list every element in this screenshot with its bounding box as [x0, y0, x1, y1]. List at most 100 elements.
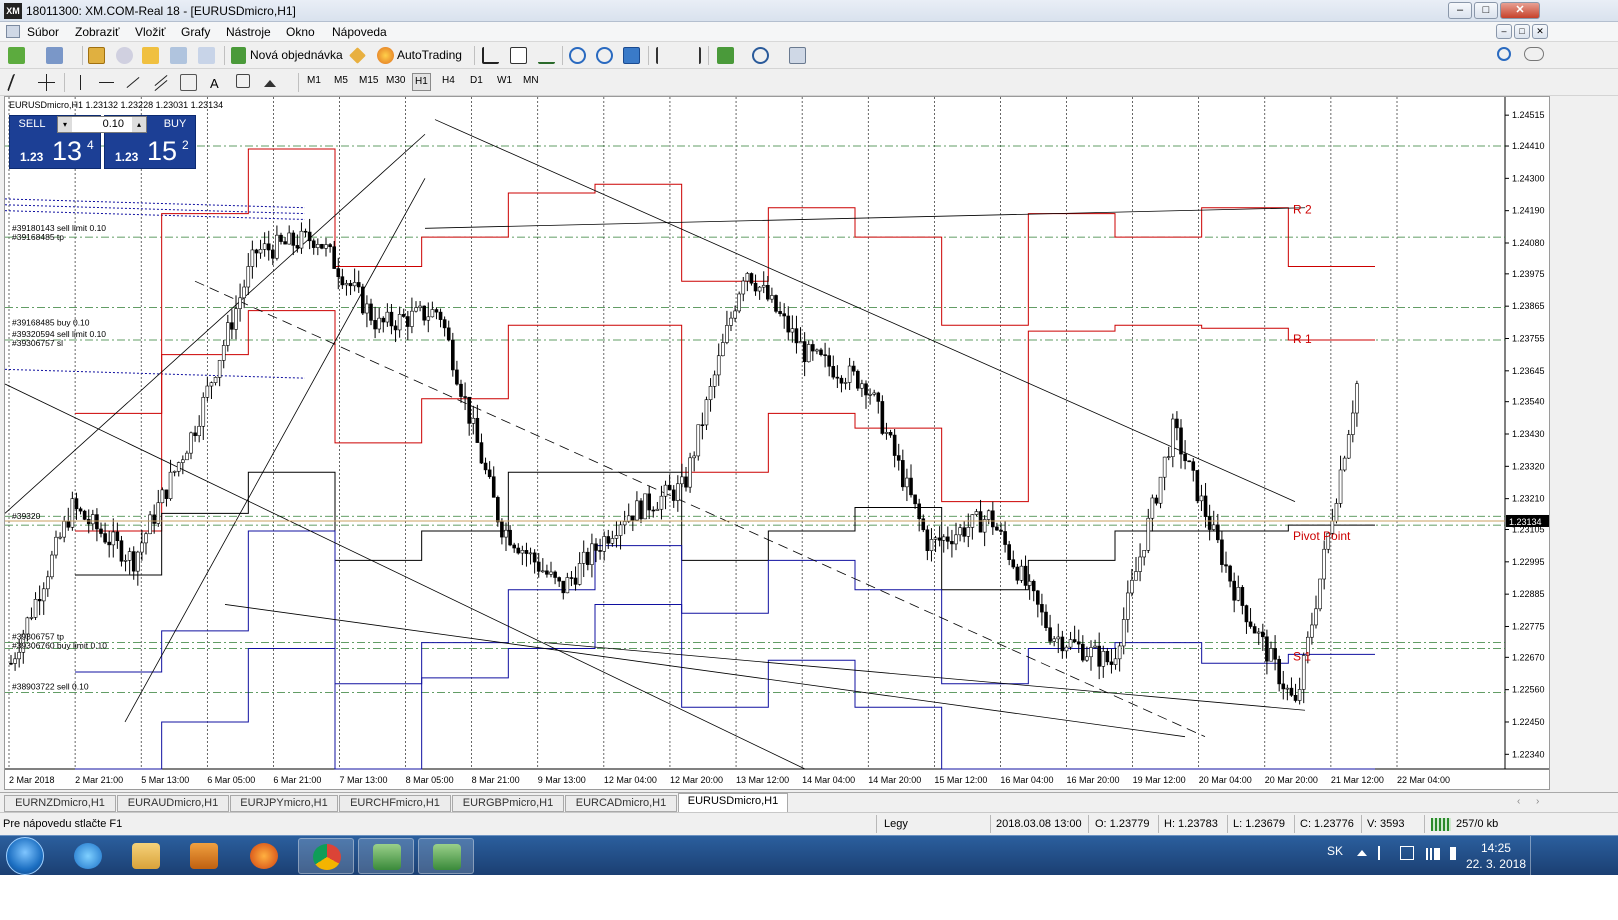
menu-item-nastroje[interactable]: Nástroje: [226, 25, 271, 39]
timeframe-m15[interactable]: M15: [359, 75, 378, 86]
zoom-in-icon[interactable]: [569, 47, 586, 64]
chart-window[interactable]: 2 Mar 2018 2 Mar 21:00 5 Mar 13:00 6 Mar 05…: [4, 96, 1550, 790]
horizontal-line-icon[interactable]: [98, 74, 115, 91]
candle-body: [774, 295, 778, 312]
taskbar-metatrader[interactable]: [358, 838, 414, 874]
autotrading-button[interactable]: AutoTrading: [397, 46, 462, 65]
bar-chart-icon[interactable]: [482, 47, 499, 64]
cursor-icon[interactable]: [6, 74, 26, 91]
candle-body: [573, 577, 578, 585]
minimize-button[interactable]: –: [1448, 2, 1472, 19]
price-chart[interactable]: 2 Mar 2018 2 Mar 21:00 5 Mar 13:00 6 Mar 05…: [5, 97, 1550, 790]
templates-icon[interactable]: [789, 47, 806, 64]
timeframe-d1[interactable]: D1: [470, 75, 483, 86]
text-tool-button[interactable]: A: [210, 74, 219, 93]
candle-body: [569, 577, 574, 579]
timeframe-w1[interactable]: W1: [497, 75, 512, 86]
child-minimize-button[interactable]: –: [1496, 24, 1512, 39]
candle-body: [1015, 566, 1020, 581]
menu-item-zobrazit[interactable]: Zobraziť: [75, 25, 120, 39]
candlestick-icon[interactable]: [510, 47, 527, 64]
timeframe-h4[interactable]: H4: [442, 75, 455, 86]
volume-down-icon[interactable]: ▾: [58, 117, 72, 132]
chart-shift-icon[interactable]: [656, 47, 673, 64]
tab-eurusd[interactable]: EURUSDmicro,H1: [678, 793, 788, 812]
candle-body: [716, 355, 721, 376]
tab-euraud[interactable]: EURAUDmicro,H1: [117, 795, 229, 812]
profiles-icon[interactable]: [46, 47, 63, 64]
close-button[interactable]: ✕: [1500, 2, 1540, 19]
show-desktop-button[interactable]: [1530, 836, 1542, 876]
tab-eurgbp[interactable]: EURGBPmicro,H1: [452, 795, 564, 812]
autotrading-icon[interactable]: [377, 47, 394, 64]
tab-eurchf[interactable]: EURCHFmicro,H1: [339, 795, 451, 812]
candle-body: [1216, 524, 1220, 541]
language-indicator[interactable]: SK: [1327, 844, 1343, 858]
menu-item-napoveda[interactable]: Nápoveda: [332, 25, 387, 39]
indicators-icon[interactable]: [717, 47, 734, 64]
maximize-button[interactable]: □: [1474, 2, 1498, 19]
strategy-tester-icon[interactable]: [198, 47, 215, 64]
menu-item-grafy[interactable]: Grafy: [181, 25, 210, 39]
signal-icon[interactable]: [1424, 848, 1440, 860]
candle-body: [1154, 497, 1159, 504]
periods-icon[interactable]: [752, 47, 769, 64]
trendline-icon[interactable]: [124, 74, 141, 91]
market-watch-icon[interactable]: [88, 47, 105, 64]
flag-icon[interactable]: [1378, 846, 1390, 860]
autoscroll-icon[interactable]: [684, 47, 701, 64]
timeframe-m5[interactable]: M5: [334, 75, 348, 86]
tab-scroll-right-icon[interactable]: ›: [1536, 796, 1539, 807]
taskbar-media-player[interactable]: [176, 838, 232, 874]
media-player-icon: [190, 843, 218, 869]
new-order-button[interactable]: Nová objednávka: [250, 46, 343, 65]
taskbar-metatrader-2[interactable]: [418, 838, 474, 874]
data-window-icon[interactable]: [142, 47, 159, 64]
candle-body: [1150, 497, 1155, 519]
desktop-background: [0, 875, 1618, 920]
system-clock[interactable]: 14:25 22. 3. 2018: [1466, 840, 1526, 872]
candle-body: [541, 570, 545, 573]
taskbar-ie[interactable]: [60, 838, 116, 874]
menu-item-okno[interactable]: Okno: [286, 25, 315, 39]
metaeditor-icon[interactable]: [349, 47, 366, 64]
timeframe-m30[interactable]: M30: [386, 75, 405, 86]
start-button-icon[interactable]: [6, 837, 44, 875]
volume-up-icon[interactable]: ▴: [132, 117, 146, 132]
tab-eurcad[interactable]: EURCADmicro,H1: [565, 795, 677, 812]
crosshair-icon[interactable]: [38, 74, 55, 91]
chat-icon[interactable]: [1524, 47, 1544, 61]
channel-icon[interactable]: [152, 74, 169, 92]
new-order-icon[interactable]: [231, 47, 246, 64]
tile-windows-icon[interactable]: [623, 47, 640, 64]
tab-eurnzd[interactable]: EURNZDmicro,H1: [4, 795, 116, 812]
volume-icon[interactable]: [1450, 847, 1464, 860]
child-restore-button[interactable]: □: [1514, 24, 1530, 39]
vertical-line-icon[interactable]: [72, 74, 89, 91]
menu-item-subor[interactable]: Súbor: [27, 25, 59, 39]
line-chart-icon[interactable]: [538, 47, 555, 64]
child-close-button[interactable]: ✕: [1532, 24, 1548, 39]
show-hidden-icons-icon[interactable]: [1357, 850, 1367, 856]
pivot-label: R 2: [1293, 203, 1312, 217]
candle-body: [160, 489, 165, 504]
timeframe-h1[interactable]: H1: [412, 73, 431, 91]
terminal-icon[interactable]: [170, 47, 187, 64]
zoom-out-icon[interactable]: [596, 47, 613, 64]
navigator-icon[interactable]: [116, 47, 133, 64]
menu-item-vlozit[interactable]: Vložiť: [135, 25, 166, 39]
new-chart-icon[interactable]: [8, 47, 25, 64]
fibonacci-icon[interactable]: [180, 74, 197, 91]
text-label-icon[interactable]: [236, 74, 250, 88]
candle-body: [827, 355, 831, 367]
taskbar-explorer[interactable]: [118, 838, 174, 874]
network-icon[interactable]: [1400, 846, 1414, 860]
tab-scroll-left-icon[interactable]: ‹: [1517, 796, 1520, 807]
timeframe-mn[interactable]: MN: [523, 75, 539, 86]
tab-eurjpy[interactable]: EURJPYmicro,H1: [230, 795, 338, 812]
taskbar-firefox[interactable]: [236, 838, 292, 874]
timeframe-m1[interactable]: M1: [307, 75, 321, 86]
taskbar-chrome[interactable]: [298, 838, 354, 874]
search-icon[interactable]: [1497, 47, 1511, 61]
arrows-icon[interactable]: [262, 74, 286, 91]
